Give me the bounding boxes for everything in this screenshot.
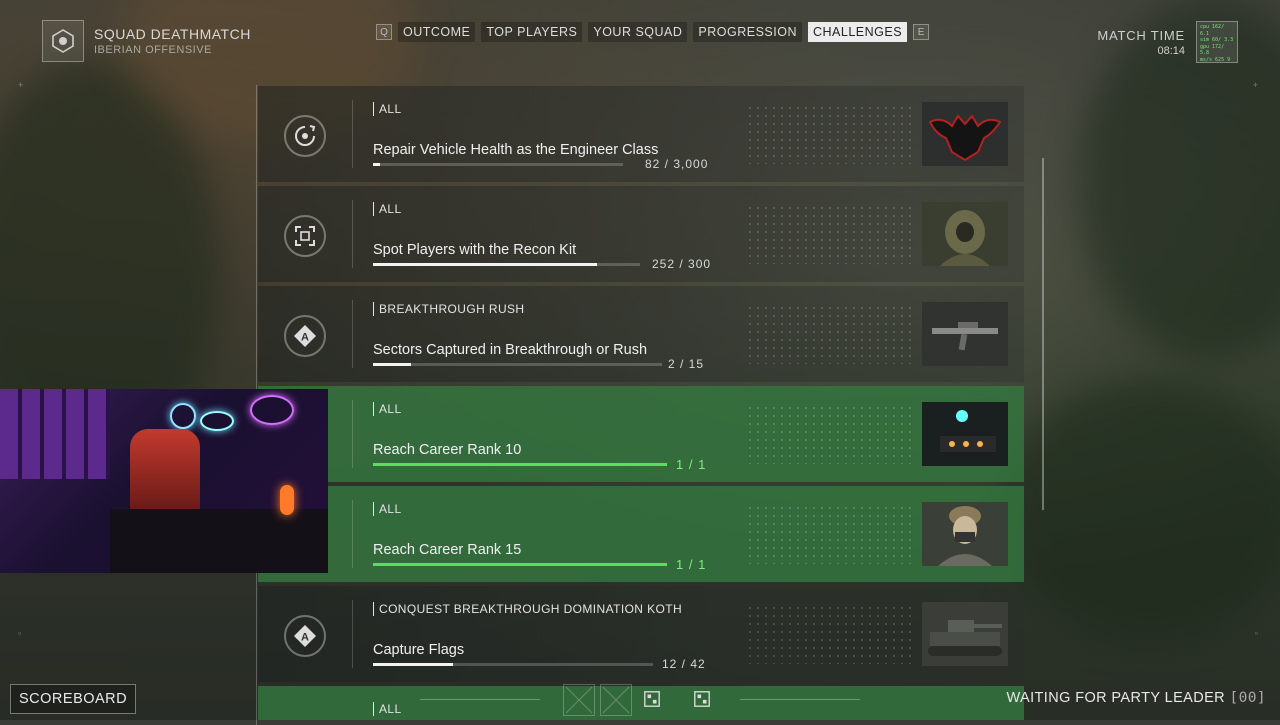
progress-bar xyxy=(373,363,662,366)
challenge-category: ALL xyxy=(373,202,402,216)
progress-text: 2 / 15 xyxy=(668,357,705,371)
svg-text:A: A xyxy=(301,632,309,644)
emblem-icon xyxy=(637,684,667,714)
match-time-label: MATCH TIME xyxy=(1097,28,1185,43)
challenge-category: CONQUEST BREAKTHROUGH DOMINATION KOTH xyxy=(373,602,682,616)
scoreboard-button[interactable]: SCOREBOARD xyxy=(10,684,137,714)
challenge-list-scrollbar[interactable] xyxy=(1042,158,1044,510)
next-tab-key[interactable]: E xyxy=(913,24,930,40)
challenge-name: Capture Flags xyxy=(373,642,465,658)
prev-tab-key[interactable]: Q xyxy=(376,24,392,40)
progress-bar xyxy=(373,263,640,266)
reward-vehicle-lights xyxy=(922,402,1008,466)
tab-bar: Q OUTCOME TOP PLAYERS YOUR SQUAD PROGRES… xyxy=(376,22,930,42)
tab-your-squad[interactable]: YOUR SQUAD xyxy=(588,22,688,42)
waiting-code: [00] xyxy=(1229,690,1266,706)
reward-rifle xyxy=(922,302,1008,366)
challenge-card[interactable]: A BREAKTHROUGH RUSH Sectors Captured in … xyxy=(258,286,1024,382)
reward-masked-soldier xyxy=(922,502,1008,566)
progress-bar xyxy=(373,163,623,166)
progress-bar xyxy=(373,663,653,666)
reward-tank xyxy=(922,602,1008,666)
game-mode-header: SQUAD DEATHMATCH IBERIAN OFFENSIVE xyxy=(42,20,251,62)
empty-slot-icon xyxy=(563,684,595,716)
challenge-name: Reach Career Rank 15 xyxy=(373,542,522,558)
progress-text: 12 / 42 xyxy=(662,657,706,671)
reward-ghillie-soldier xyxy=(922,202,1008,266)
challenge-category: ALL xyxy=(373,702,402,716)
tab-outcome[interactable]: OUTCOME xyxy=(398,22,476,42)
match-time-value: 08:14 xyxy=(1157,45,1185,57)
progress-text: 252 / 300 xyxy=(652,257,712,271)
progress-bar xyxy=(373,463,667,466)
tab-progression[interactable]: PROGRESSION xyxy=(693,22,802,42)
empty-slot-icon xyxy=(600,684,632,716)
performance-overlay: cpu 162/ 6.1 sim 60/ 3.3 gpu 172/ 5.8 ms… xyxy=(1196,21,1238,63)
objective-a-icon: A xyxy=(284,615,326,657)
challenge-name: Spot Players with the Recon Kit xyxy=(373,242,577,258)
game-mode-title: SQUAD DEATHMATCH xyxy=(94,26,251,42)
reward-bat-emblem xyxy=(922,102,1008,166)
tab-top-players[interactable]: TOP PLAYERS xyxy=(481,22,583,42)
emblem-icon xyxy=(687,684,717,714)
challenge-category: ALL xyxy=(373,502,402,516)
challenge-card[interactable]: A CONQUEST BREAKTHROUGH DOMINATION KOTH … xyxy=(258,586,1024,682)
challenge-card-completed[interactable]: ALL Reach Career Rank 10 1 / 1 xyxy=(258,386,1024,482)
objective-a-icon: A xyxy=(284,315,326,357)
challenge-category: BREAKTHROUGH RUSH xyxy=(373,302,524,316)
challenge-card-completed[interactable]: ALL Reach Career Rank 15 1 / 1 xyxy=(258,486,1024,582)
spot-icon xyxy=(284,215,326,257)
match-time: MATCH TIME 08:14 xyxy=(1097,28,1185,57)
challenge-name: Reach Career Rank 10 xyxy=(373,442,522,458)
repair-icon xyxy=(284,115,326,157)
progress-text: 1 / 1 xyxy=(676,557,707,572)
webcam-overlay xyxy=(0,389,328,573)
challenge-card[interactable]: ALL Spot Players with the Recon Kit 252 … xyxy=(258,186,1024,282)
challenge-category: ALL xyxy=(373,402,402,416)
challenge-category: ALL xyxy=(373,102,402,116)
challenge-card[interactable]: ALL Repair Vehicle Health as the Enginee… xyxy=(258,86,1024,182)
map-name: IBERIAN OFFENSIVE xyxy=(94,44,212,56)
progress-bar xyxy=(373,563,667,566)
challenge-name: Repair Vehicle Health as the Engineer Cl… xyxy=(373,142,659,158)
challenge-name: Sectors Captured in Breakthrough or Rush xyxy=(373,342,648,358)
party-status: WAITING FOR PARTY LEADER [00] xyxy=(1006,690,1266,706)
game-mode-icon xyxy=(42,20,84,62)
tab-challenges[interactable]: CHALLENGES xyxy=(807,22,908,42)
progress-text: 82 / 3,000 xyxy=(645,157,709,171)
svg-text:A: A xyxy=(301,332,309,344)
progress-text: 1 / 1 xyxy=(676,457,707,472)
waiting-label: WAITING FOR PARTY LEADER xyxy=(1006,690,1226,706)
